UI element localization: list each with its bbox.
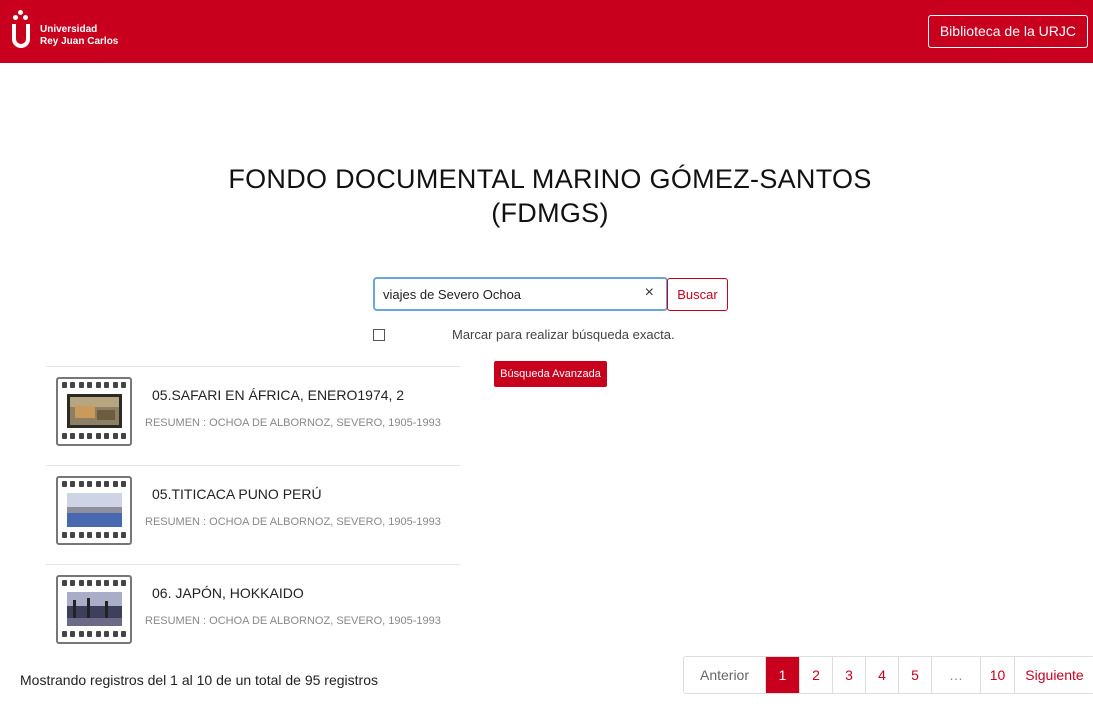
pagination-page-3[interactable]: 3: [832, 657, 865, 693]
thumbnail-image: [67, 493, 122, 527]
page-title-line-1: FONDO DOCUMENTAL MARINO GÓMEZ-SANTOS: [228, 164, 872, 194]
result-summary: RESUMEN : OCHOA DE ALBORNOZ, SEVERO, 190…: [145, 417, 441, 429]
clear-icon[interactable]: ×: [645, 284, 654, 302]
page-title: FONDO DOCUMENTAL MARINO GÓMEZ-SANTOS (FD…: [0, 162, 1093, 230]
film-thumbnail-icon[interactable]: [56, 377, 132, 446]
result-summary: RESUMEN : OCHOA DE ALBORNOZ, SEVERO, 190…: [145, 516, 441, 528]
library-button[interactable]: Biblioteca de la URJC: [927, 15, 1088, 48]
pagination-ellipsis: …: [931, 657, 980, 693]
urjc-logo[interactable]: Universidad Rey Juan Carlos: [10, 10, 118, 50]
pagination: Anterior 1 2 3 4 5 … 10 Siguiente: [683, 656, 1093, 694]
thumbnail-image: [67, 592, 122, 626]
result-title[interactable]: 05.SAFARI EN ÁFRICA, ENERO1974, 2: [152, 387, 404, 403]
search-button[interactable]: Buscar: [667, 278, 728, 311]
pagination-page-10[interactable]: 10: [980, 657, 1014, 693]
logo-text: Universidad Rey Juan Carlos: [40, 24, 118, 48]
list-item[interactable]: 05.SAFARI EN ÁFRICA, ENERO1974, 2 RESUME…: [46, 366, 460, 465]
pagination-page-1[interactable]: 1: [765, 657, 799, 693]
list-item[interactable]: 06. JAPÓN, HOKKAIDO RESUMEN : OCHOA DE A…: [46, 564, 460, 663]
pagination-page-2[interactable]: 2: [799, 657, 832, 693]
logo-line-1: Universidad: [40, 24, 98, 35]
urjc-logo-icon: [10, 10, 32, 50]
result-title[interactable]: 06. JAPÓN, HOKKAIDO: [152, 585, 304, 601]
hero-panel: [105, 92, 990, 390]
search-box: ×: [373, 277, 668, 311]
logo-line-2: Rey Juan Carlos: [40, 36, 119, 47]
exact-search-label: Marcar para realizar búsqueda exacta.: [452, 327, 675, 342]
result-title[interactable]: 05.TITICACA PUNO PERÚ: [152, 486, 322, 502]
advanced-search-button[interactable]: Búsqueda Avanzada: [494, 361, 607, 387]
top-bar: Universidad Rey Juan Carlos Biblioteca d…: [0, 0, 1093, 63]
result-summary: RESUMEN : OCHOA DE ALBORNOZ, SEVERO, 190…: [145, 615, 441, 627]
film-thumbnail-icon[interactable]: [56, 575, 132, 644]
pagination-page-4[interactable]: 4: [865, 657, 898, 693]
thumbnail-image: [67, 394, 122, 428]
list-item[interactable]: 05.TITICACA PUNO PERÚ RESUMEN : OCHOA DE…: [46, 465, 460, 564]
page-title-line-2: (FDMGS): [491, 198, 609, 228]
film-thumbnail-icon[interactable]: [56, 476, 132, 545]
pagination-page-5[interactable]: 5: [898, 657, 931, 693]
search-input[interactable]: [383, 279, 633, 309]
results-list: 05.SAFARI EN ÁFRICA, ENERO1974, 2 RESUME…: [46, 366, 460, 663]
pagination-next[interactable]: Siguiente: [1014, 657, 1093, 693]
pagination-prev[interactable]: Anterior: [684, 657, 765, 693]
exact-search-checkbox[interactable]: [373, 329, 385, 341]
results-count: Mostrando registros del 1 al 10 de un to…: [20, 672, 378, 688]
